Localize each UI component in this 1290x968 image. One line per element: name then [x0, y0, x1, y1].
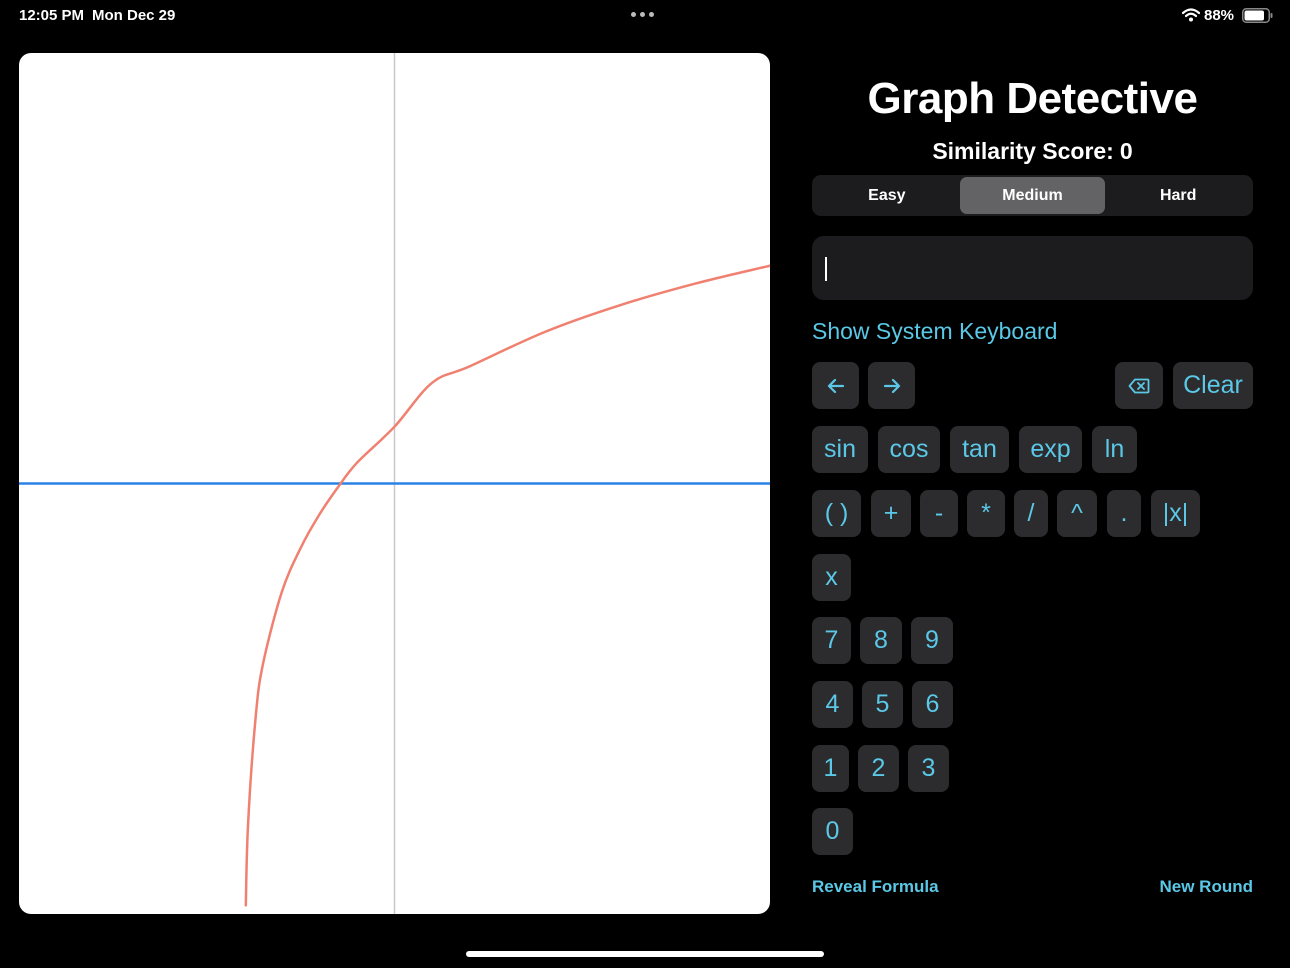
key-x[interactable]: x — [812, 554, 851, 601]
key-0[interactable]: 0 — [812, 808, 853, 855]
score-value: 0 — [1119, 138, 1133, 164]
key-ln[interactable]: ln — [1092, 426, 1137, 473]
key-minus[interactable]: - — [920, 490, 958, 537]
key-1[interactable]: 1 — [812, 745, 849, 792]
arrow-left-icon — [827, 378, 844, 393]
app-title: Graph Detective — [867, 74, 1198, 123]
reveal-formula-button[interactable]: Reveal Formula — [812, 877, 939, 897]
delete-backward-icon — [1128, 378, 1150, 393]
key-7[interactable]: 7 — [812, 617, 851, 664]
key-plus[interactable]: + — [871, 490, 911, 537]
difficulty-medium[interactable]: Medium — [959, 177, 1106, 214]
graph-panel — [19, 53, 770, 914]
key-power[interactable]: ^ — [1057, 490, 1097, 537]
similarity-score: Similarity Score: 0 — [812, 138, 1253, 165]
text-caret — [825, 257, 827, 281]
status-time: 12:05 PM — [19, 7, 85, 24]
delete-button[interactable] — [1115, 362, 1163, 409]
key-tan[interactable]: tan — [950, 426, 1009, 473]
key-exp[interactable]: exp — [1019, 426, 1082, 473]
graph-canvas — [19, 53, 770, 914]
battery-icon — [1242, 8, 1273, 23]
formula-input[interactable] — [812, 236, 1253, 300]
status-date: Mon Dec 29 — [92, 7, 176, 24]
clear-button[interactable]: Clear — [1173, 362, 1253, 409]
key-sin[interactable]: sin — [812, 426, 868, 473]
battery-percent: 88% — [1204, 7, 1235, 24]
key-cos[interactable]: cos — [878, 426, 940, 473]
cursor-left-button[interactable] — [812, 362, 859, 409]
difficulty-hard[interactable]: Hard — [1105, 177, 1251, 214]
difficulty-picker: Easy Medium Hard — [812, 175, 1253, 216]
key-8[interactable]: 8 — [860, 617, 902, 664]
key-5[interactable]: 5 — [862, 681, 903, 728]
multitasking-dots-icon[interactable] — [631, 12, 654, 17]
difficulty-easy[interactable]: Easy — [814, 177, 960, 214]
series-line-0 — [244, 264, 770, 907]
key-multiply[interactable]: * — [967, 490, 1005, 537]
show-system-keyboard-button[interactable]: Show System Keyboard — [812, 318, 1057, 345]
new-round-button[interactable]: New Round — [1160, 877, 1254, 897]
key-decimal[interactable]: . — [1107, 490, 1141, 537]
score-label: Similarity Score: — [932, 138, 1114, 164]
key-parentheses[interactable]: ( ) — [812, 490, 861, 537]
screen: 12:05 PM Mon Dec 29 88% Graph Detective … — [0, 0, 1290, 968]
key-3[interactable]: 3 — [908, 745, 949, 792]
key-9[interactable]: 9 — [911, 617, 953, 664]
key-divide[interactable]: / — [1014, 490, 1048, 537]
arrow-right-icon — [883, 378, 900, 393]
key-6[interactable]: 6 — [912, 681, 953, 728]
key-abs[interactable]: |x| — [1151, 490, 1200, 537]
cursor-right-button[interactable] — [868, 362, 915, 409]
key-4[interactable]: 4 — [812, 681, 853, 728]
home-indicator — [466, 951, 824, 957]
wifi-icon — [1182, 8, 1200, 22]
key-2[interactable]: 2 — [858, 745, 899, 792]
